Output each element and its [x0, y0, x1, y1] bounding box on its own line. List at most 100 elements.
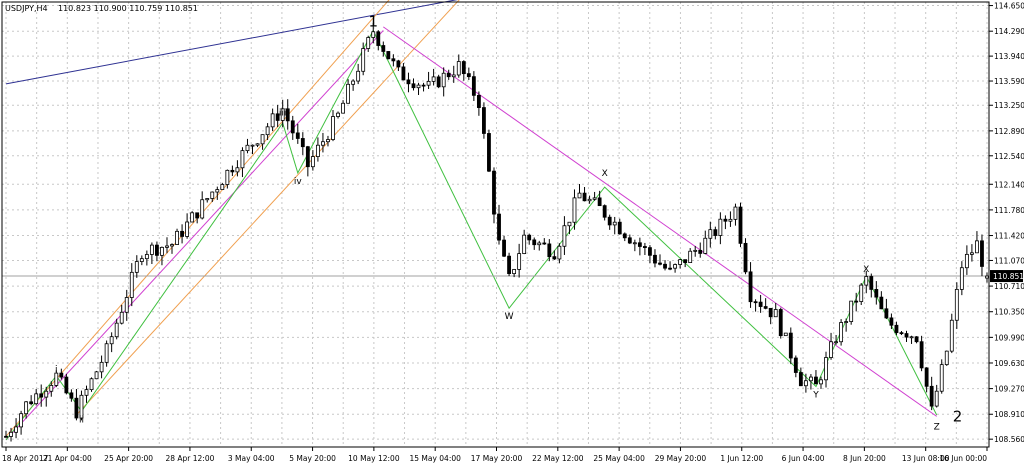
candle-body [642, 246, 647, 249]
candle [451, 65, 456, 83]
candle-body [9, 431, 13, 437]
x-tick-label: 29 May 20:00 [655, 454, 707, 463]
channel-lower [76, 0, 460, 416]
candle-body [265, 126, 270, 136]
candle-body [401, 66, 406, 81]
candle [723, 215, 728, 230]
candle-body [909, 336, 914, 339]
candle [713, 226, 718, 240]
candle [290, 115, 295, 140]
candle [356, 63, 361, 85]
y-tick-label: 113.590 [994, 77, 1024, 86]
candle-body [315, 144, 320, 157]
candle-body [310, 156, 315, 168]
candle [471, 71, 476, 102]
candle-body [894, 324, 899, 334]
price-chart[interactable]: 12iiiiiiivWXYXZ 114.650114.290113.940113… [0, 0, 1024, 470]
candle-body [728, 218, 733, 222]
candle [14, 418, 18, 439]
candle-body [336, 112, 340, 117]
candle-body [230, 169, 235, 173]
candle [386, 51, 391, 60]
candle [119, 304, 124, 325]
candle-body [346, 83, 351, 104]
candle-body [4, 435, 8, 438]
candle [753, 299, 758, 312]
candle-body [788, 332, 793, 359]
candle-body [758, 301, 763, 307]
candle-body [552, 256, 557, 260]
candle-body [874, 288, 879, 298]
candle-body [240, 150, 245, 169]
candle-body [366, 37, 371, 49]
candle [718, 212, 723, 245]
candle-body [134, 261, 139, 273]
candle [642, 242, 647, 255]
candle-body [44, 390, 49, 398]
candle-body [577, 192, 582, 199]
candle [919, 335, 924, 372]
candle [969, 244, 974, 262]
candle-body [854, 300, 859, 303]
candle [768, 307, 773, 325]
candle-body [889, 317, 894, 326]
candle [869, 273, 874, 298]
candle [255, 143, 260, 148]
candle-body [492, 170, 496, 215]
candle [476, 91, 481, 116]
candle [668, 261, 672, 271]
candle-body [441, 72, 446, 88]
candle [285, 99, 290, 130]
candle-body [351, 80, 356, 85]
candle [964, 245, 969, 275]
candle [763, 298, 768, 310]
candle [537, 240, 542, 251]
candle [577, 184, 582, 199]
candle [502, 235, 506, 258]
candle-body [109, 336, 114, 345]
candle-body [376, 31, 381, 46]
candle-body [517, 253, 522, 270]
candle [406, 72, 411, 93]
candle [94, 370, 99, 380]
candle [4, 430, 8, 438]
candle-body [235, 167, 240, 173]
candle-body [476, 94, 481, 108]
candle [109, 332, 114, 353]
candle-body [743, 242, 748, 273]
candle [351, 79, 356, 91]
candle-body [426, 80, 431, 86]
candle-body [185, 221, 190, 237]
candle [663, 260, 667, 271]
candle [139, 255, 144, 266]
grid [2, 2, 989, 447]
candle [688, 248, 693, 263]
candle-body [295, 132, 300, 139]
candle [778, 307, 783, 339]
candle-body [456, 61, 461, 76]
candle-body [180, 230, 184, 237]
candle-body [124, 297, 129, 313]
candle-body [718, 218, 723, 236]
chart-area[interactable]: 1 2 i ii iii iv W X Y X Z 114.650 114.290 113.940 113… [0, 0, 1024, 470]
candle [310, 150, 315, 171]
wave-label: 2 [953, 407, 963, 425]
candle [703, 230, 708, 255]
candle [466, 67, 471, 80]
y-tick-label: 112.890 [994, 127, 1024, 136]
candle-body [637, 242, 642, 247]
candle [446, 69, 451, 80]
candle-body [331, 116, 335, 140]
candle [793, 355, 798, 378]
candle-body [829, 341, 833, 358]
candle-body [175, 230, 179, 245]
candle-body [250, 144, 255, 147]
candle-body [738, 206, 743, 244]
x-tick-label: 16 Jun 00:00 [939, 454, 987, 463]
candle [436, 74, 441, 89]
candle-body [431, 76, 436, 82]
candle-body [139, 258, 144, 262]
x-tick-label: 22 May 12:00 [532, 454, 584, 463]
wave-label: iii [279, 108, 287, 118]
candle [300, 132, 305, 155]
